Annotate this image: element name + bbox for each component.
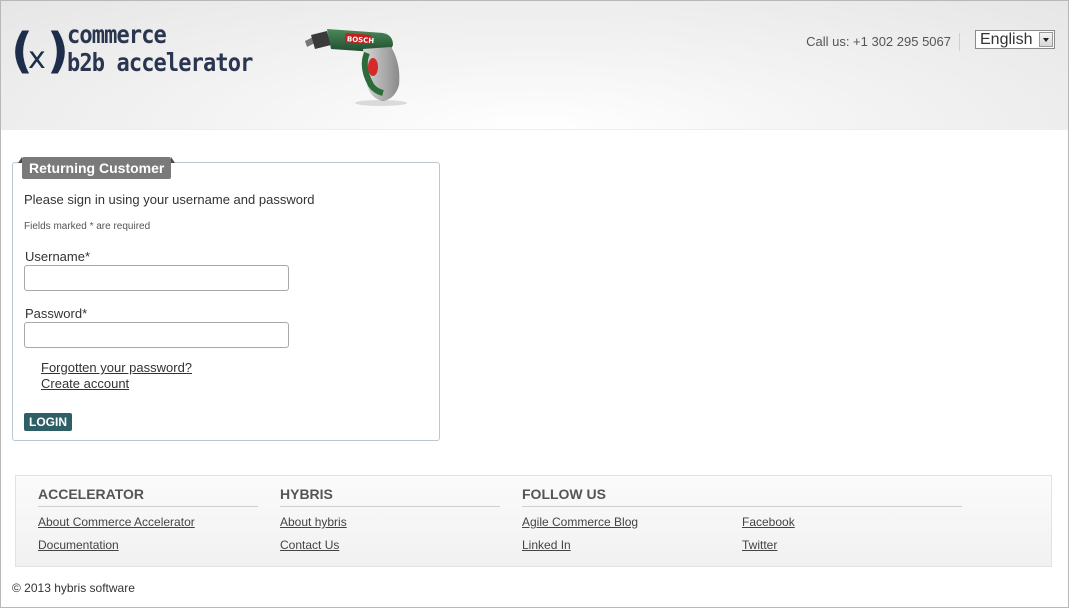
footer-heading: ACCELERATOR [38,486,258,507]
forgot-password-link[interactable]: Forgotten your password? [41,360,192,375]
chevron-down-icon[interactable] [1039,32,1053,47]
sign-in-instructions: Please sign in using your username and p… [24,192,315,207]
footer-link[interactable]: About hybris [280,515,347,529]
username-field[interactable] [24,265,289,291]
footer-column-accelerator: ACCELERATOR [38,486,258,507]
footer-heading: FOLLOW US [522,486,962,507]
required-fields-note: Fields marked * are required [24,221,151,232]
panel-title: Returning Customer [17,157,176,179]
site-header: ( x ) commerce b2b accelerator BOSCH Cal… [1,1,1068,130]
site-footer: ACCELERATOR About Commerce Accelerator D… [15,475,1052,567]
footer-link[interactable]: Agile Commerce Blog [522,515,638,529]
footer-link[interactable]: Twitter [742,538,777,552]
logo-line-2: b2b accelerator [67,48,253,77]
returning-customer-panel: Returning Customer Please sign in using … [12,157,440,441]
logo-wordmark: commerce b2b accelerator [67,20,253,77]
login-button[interactable]: LOGIN [24,413,72,431]
logo-line-1: commerce [67,20,167,49]
language-selected: English [980,31,1033,48]
call-us-phone: Call us: +1 302 295 5067 [806,33,960,51]
footer-link[interactable]: Linked In [522,538,571,552]
footer-column-follow-us: FOLLOW US [522,486,962,507]
copyright-notice: © 2013 hybris software [12,581,135,595]
footer-heading: HYBRIS [280,486,500,507]
create-account-link[interactable]: Create account [41,376,129,391]
footer-link[interactable]: Contact Us [280,538,339,552]
username-label: Username* [25,249,91,264]
logo-mark-x: x [28,41,46,76]
cordless-screwdriver-image: BOSCH [305,29,407,106]
footer-link[interactable]: Documentation [38,538,119,552]
footer-link[interactable]: Facebook [742,515,795,529]
footer-link[interactable]: About Commerce Accelerator [38,515,195,529]
password-field[interactable] [24,322,289,348]
footer-column-hybris: HYBRIS [280,486,500,507]
language-select[interactable]: English [975,30,1055,49]
site-logo[interactable]: ( x ) commerce b2b accelerator [11,20,253,83]
logo-mark-right: ) [47,23,69,79]
password-label: Password* [25,306,88,321]
